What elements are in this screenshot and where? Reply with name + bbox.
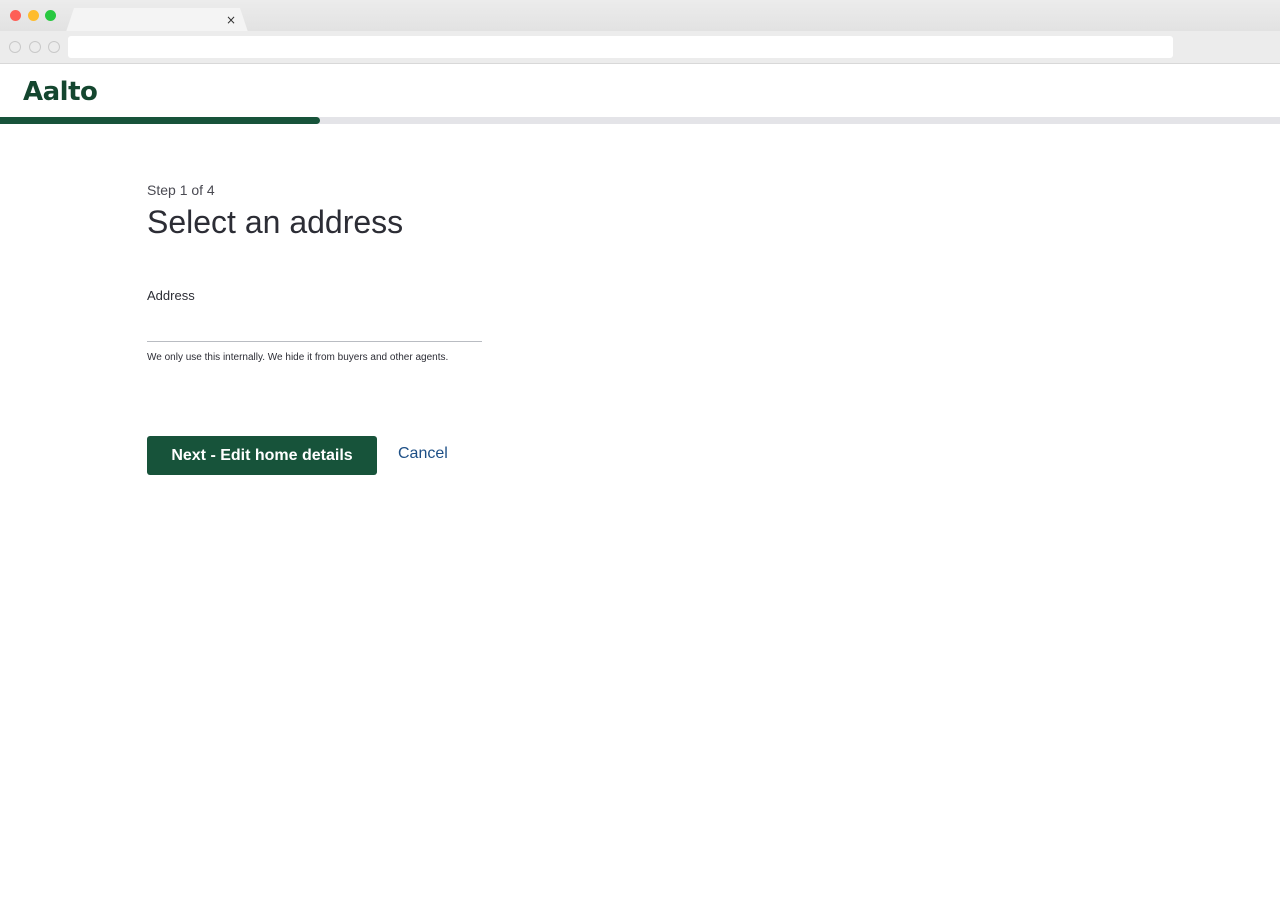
browser-tab[interactable]: × [66, 8, 248, 32]
page-title: Select an address [147, 204, 404, 240]
browser-chrome: × [0, 0, 1280, 64]
close-icon[interactable]: × [226, 11, 236, 29]
app-header: Aalto [0, 64, 1280, 118]
address-label: Address [147, 288, 195, 303]
minimize-window-button[interactable] [28, 10, 39, 21]
address-bar[interactable] [68, 36, 1173, 58]
logo[interactable]: Aalto [23, 77, 98, 107]
address-input[interactable] [147, 314, 482, 342]
close-window-button[interactable] [10, 10, 21, 21]
browser-toolbar [0, 31, 1280, 64]
cancel-link[interactable]: Cancel [398, 445, 448, 463]
tab-strip: × [0, 0, 1280, 32]
forward-button[interactable] [29, 41, 41, 53]
reload-button[interactable] [48, 41, 60, 53]
maximize-window-button[interactable] [45, 10, 56, 21]
next-button[interactable]: Next - Edit home details [147, 436, 377, 475]
progress-track [0, 117, 1280, 124]
address-hint: We only use this internally. We hide it … [147, 352, 449, 363]
progress-fill [0, 117, 320, 124]
step-indicator: Step 1 of 4 [147, 182, 215, 198]
back-button[interactable] [9, 41, 21, 53]
